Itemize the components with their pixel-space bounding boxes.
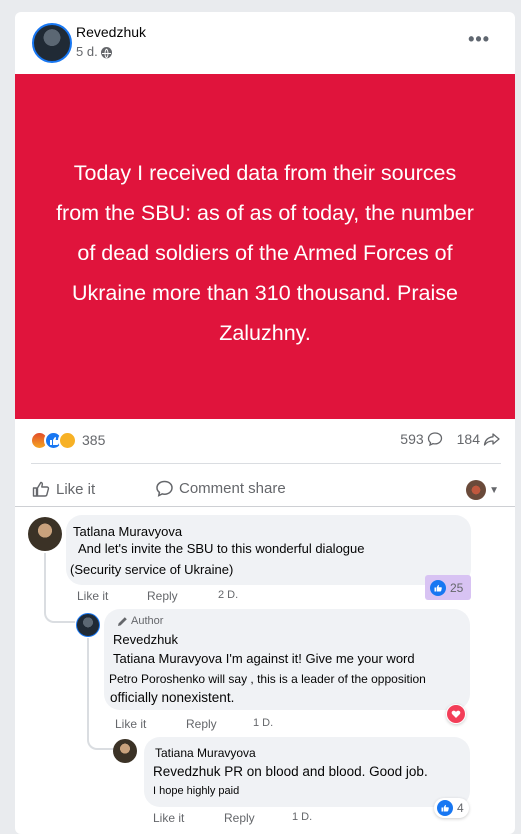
divider xyxy=(15,506,515,507)
post-meta: 5 d. xyxy=(76,44,112,59)
viewer-avatar xyxy=(466,480,487,500)
author-name[interactable]: Revedzhuk xyxy=(76,24,146,40)
action-bar: Like it Comment share ▼ xyxy=(15,470,515,510)
like-label: Like it xyxy=(56,480,96,498)
globe-icon xyxy=(100,46,112,58)
reaction-summary[interactable]: 385 xyxy=(30,429,105,451)
sad-icon xyxy=(58,430,77,450)
banner-text: Today I received data from their sources… xyxy=(56,160,474,345)
comment-reaction-badge[interactable]: 25 xyxy=(425,575,472,600)
comment-like-link[interactable]: Like it xyxy=(77,589,108,603)
reaction-count: 25 xyxy=(450,580,464,595)
comment-icon xyxy=(427,432,442,447)
reply-reaction-badge[interactable]: 4 xyxy=(434,798,469,818)
post-card: Revedzhuk 5 d. ••• Today I received data… xyxy=(15,12,515,834)
reply-text: I hope highly paid xyxy=(153,785,240,797)
reply-text: Revedzhuk PR on blood and blood. Good jo… xyxy=(153,764,428,779)
commenter-avatar[interactable] xyxy=(28,517,62,551)
post-time[interactable]: 5 d. xyxy=(76,44,98,59)
commenter-name[interactable]: Tatiana Muravyova xyxy=(155,746,256,760)
audience-selector[interactable]: ▼ xyxy=(466,480,499,500)
caret-down-icon: ▼ xyxy=(489,484,499,496)
comment-count: 593 xyxy=(400,431,424,447)
reply-like-link[interactable]: Like it xyxy=(115,717,146,731)
like-icon xyxy=(437,800,453,816)
reply-reply-link[interactable]: Reply xyxy=(186,717,217,731)
reply-text: Tatiana Muravyova I'm against it! Give m… xyxy=(113,651,415,666)
reply-text: officially nonexistent. xyxy=(110,690,235,705)
divider xyxy=(31,463,501,464)
thread-line xyxy=(87,638,114,750)
author-avatar[interactable] xyxy=(32,23,72,63)
author-tag-label: Author xyxy=(131,615,164,627)
share-count-group[interactable]: 184 xyxy=(457,431,501,447)
heart-icon xyxy=(447,705,465,723)
like-icon xyxy=(430,579,446,596)
comment-time[interactable]: 2 D. xyxy=(218,589,238,601)
thread-line xyxy=(44,553,75,623)
comment-button[interactable]: Comment share xyxy=(155,479,286,498)
reply-text: Petro Poroshenko will say , this is a le… xyxy=(109,672,426,686)
reply-like-link[interactable]: Like it xyxy=(153,811,184,825)
reply-author-avatar[interactable] xyxy=(76,613,100,637)
comment-text: (Security service of Ukraine) xyxy=(70,562,234,577)
reaction-count: 385 xyxy=(82,432,106,448)
reply-time[interactable]: 1 D. xyxy=(292,811,312,823)
engagement-counts: 593 184 xyxy=(400,431,501,447)
author-tag: Author xyxy=(117,615,163,627)
pencil-icon xyxy=(118,616,127,626)
thumbs-up-icon xyxy=(32,481,50,497)
comment-reply-link[interactable]: Reply xyxy=(147,589,178,603)
reply-reply-link[interactable]: Reply xyxy=(224,811,255,825)
commenter-avatar[interactable] xyxy=(113,739,137,763)
commenter-name[interactable]: Tatlana Muravyova xyxy=(73,524,182,539)
reply-time[interactable]: 1 D. xyxy=(253,717,273,729)
comment-count-group[interactable]: 593 xyxy=(400,431,442,447)
reply-reaction-badge[interactable] xyxy=(446,704,466,724)
reply-author-name[interactable]: Revedzhuk xyxy=(113,632,178,647)
comment-text: And let's invite the SBU to this wonderf… xyxy=(78,541,365,556)
share-icon xyxy=(483,433,500,446)
reaction-count: 4 xyxy=(457,801,464,815)
post-banner: Today I received data from their sources… xyxy=(15,74,515,419)
more-options-icon[interactable]: ••• xyxy=(468,29,490,50)
comment-label: Comment share xyxy=(179,480,286,497)
post-header: Revedzhuk 5 d. ••• xyxy=(15,12,515,72)
comment-bubble-icon xyxy=(156,480,173,497)
like-button[interactable]: Like it xyxy=(31,479,95,499)
share-count: 184 xyxy=(456,431,480,447)
